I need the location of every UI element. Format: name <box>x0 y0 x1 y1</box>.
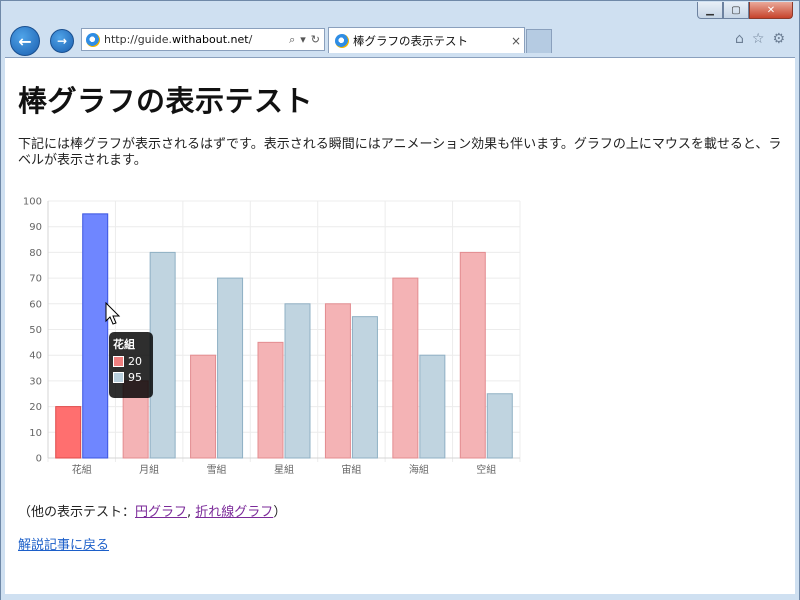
y-tick-label: 100 <box>23 197 42 208</box>
browser-tools: ⌂ ☆ ⚙ <box>735 31 785 47</box>
mouse-cursor-icon <box>105 302 121 325</box>
tooltip-title: 花組 <box>113 338 135 351</box>
x-tick-label: 空組 <box>476 463 496 476</box>
y-tick-label: 30 <box>29 376 42 387</box>
y-tick-label: 80 <box>29 248 42 259</box>
x-tick-label: 海組 <box>409 463 429 476</box>
bar <box>284 303 311 459</box>
forward-button[interactable]: → <box>50 29 74 53</box>
y-tick-label: 70 <box>29 274 42 285</box>
bar-chart[interactable]: 0 10 20 30 40 50 60 70 80 90 100 花組 月組 雪組 星組 宙組 海組 空組 <box>15 196 525 486</box>
minimize-button[interactable]: ▁ <box>697 2 723 19</box>
bar-chart-svg: 0102030405060708090100花組 月組 雪組 星組 宙組 海組 空組 <box>23 197 521 476</box>
other-tests-prefix: （他の表示テスト： <box>18 505 136 520</box>
arrow-right-icon: → <box>56 34 68 48</box>
window-controls: ▁ ▢ ✕ <box>697 2 793 19</box>
url-suffix: / <box>248 33 253 46</box>
tooltip-swatch <box>113 356 124 367</box>
bar <box>486 393 513 459</box>
maximize-button[interactable]: ▢ <box>723 2 749 19</box>
tooltip-swatch <box>113 372 124 383</box>
y-tick-label: 0 <box>36 454 42 465</box>
refresh-icon[interactable]: ↻ <box>311 33 320 47</box>
url-domain: withabout.net <box>171 33 249 46</box>
url-prefix: http://guide. <box>104 33 172 46</box>
x-tick-label: 雪組 <box>207 463 227 476</box>
page-favicon-icon <box>86 32 100 47</box>
tooltip-row: 20 <box>113 355 149 368</box>
x-tick-label: 星組 <box>274 463 294 476</box>
y-tick-label: 10 <box>29 428 42 439</box>
page-content: 棒グラフの表示テスト 下記には棒グラフが表示されるはずです。表示される瞬間にはア… <box>5 57 795 595</box>
x-tick-label: 花組 <box>72 463 92 476</box>
tab-title: 棒グラフの表示テスト <box>353 33 468 48</box>
url-text[interactable]: http://guide.withabout.net/ <box>104 33 285 46</box>
favorites-star-icon[interactable]: ☆ <box>752 31 765 47</box>
navigation-bar: ← → http://guide.withabout.net/ ⌕ ▾ ↻ 棒グ… <box>1 23 799 56</box>
address-bar[interactable]: http://guide.withabout.net/ ⌕ ▾ ↻ <box>81 28 325 51</box>
title-bar: ▁ ▢ ✕ <box>1 1 799 23</box>
tooltip-row: 95 <box>113 371 149 384</box>
y-tick-label: 40 <box>29 351 42 362</box>
bar <box>419 354 446 459</box>
back-button[interactable]: ← <box>10 26 40 56</box>
bar <box>55 406 82 459</box>
home-icon[interactable]: ⌂ <box>735 31 744 47</box>
close-window-button[interactable]: ✕ <box>749 2 793 19</box>
line-chart-link[interactable]: 折れ線グラフ <box>195 505 273 520</box>
search-icon[interactable]: ⌕ <box>289 33 295 47</box>
bar <box>190 354 217 459</box>
y-tick-label: 20 <box>29 402 42 413</box>
y-tick-label: 90 <box>29 222 42 233</box>
y-tick-label: 60 <box>29 299 42 310</box>
bar <box>82 213 109 459</box>
intro-paragraph: 下記には棒グラフが表示されるはずです。表示される瞬間にはアニメーション効果も伴い… <box>18 137 782 168</box>
window-bottom-border <box>1 594 799 600</box>
close-tab-icon[interactable]: × <box>508 34 524 48</box>
back-to-article-link[interactable]: 解説記事に戻る <box>18 534 109 553</box>
bar <box>217 277 244 459</box>
bar <box>351 316 378 459</box>
chart-tooltip: 花組 20 95 <box>109 332 153 398</box>
bar <box>324 303 351 459</box>
bar <box>392 277 419 459</box>
address-tools: ⌕ ▾ ↻ <box>285 33 324 47</box>
arrow-left-icon: ← <box>18 31 32 51</box>
y-tick-label: 50 <box>29 325 42 336</box>
tab-favicon-icon <box>335 33 349 48</box>
bar <box>149 251 176 459</box>
browser-window: ▁ ▢ ✕ ← → http://guide.withabout.net/ ⌕ … <box>0 0 800 600</box>
tooltip-value: 95 <box>128 371 142 384</box>
x-tick-label: 月組 <box>139 463 159 476</box>
tooltip-value: 20 <box>128 355 142 368</box>
page-title: 棒グラフの表示テスト <box>18 84 314 118</box>
chevron-down-icon[interactable]: ▾ <box>300 33 306 47</box>
bar <box>257 341 284 459</box>
pie-chart-link[interactable]: 円グラフ <box>135 505 187 520</box>
x-tick-label: 宙組 <box>341 463 361 476</box>
other-tests-links: （他の表示テスト：円グラフ, 折れ線グラフ） <box>18 501 286 520</box>
gear-icon[interactable]: ⚙ <box>772 31 785 47</box>
other-tests-suffix: ） <box>273 505 287 520</box>
browser-tab-active[interactable]: 棒グラフの表示テスト × <box>328 27 525 53</box>
new-tab-button[interactable] <box>526 29 552 53</box>
bar <box>459 251 486 459</box>
